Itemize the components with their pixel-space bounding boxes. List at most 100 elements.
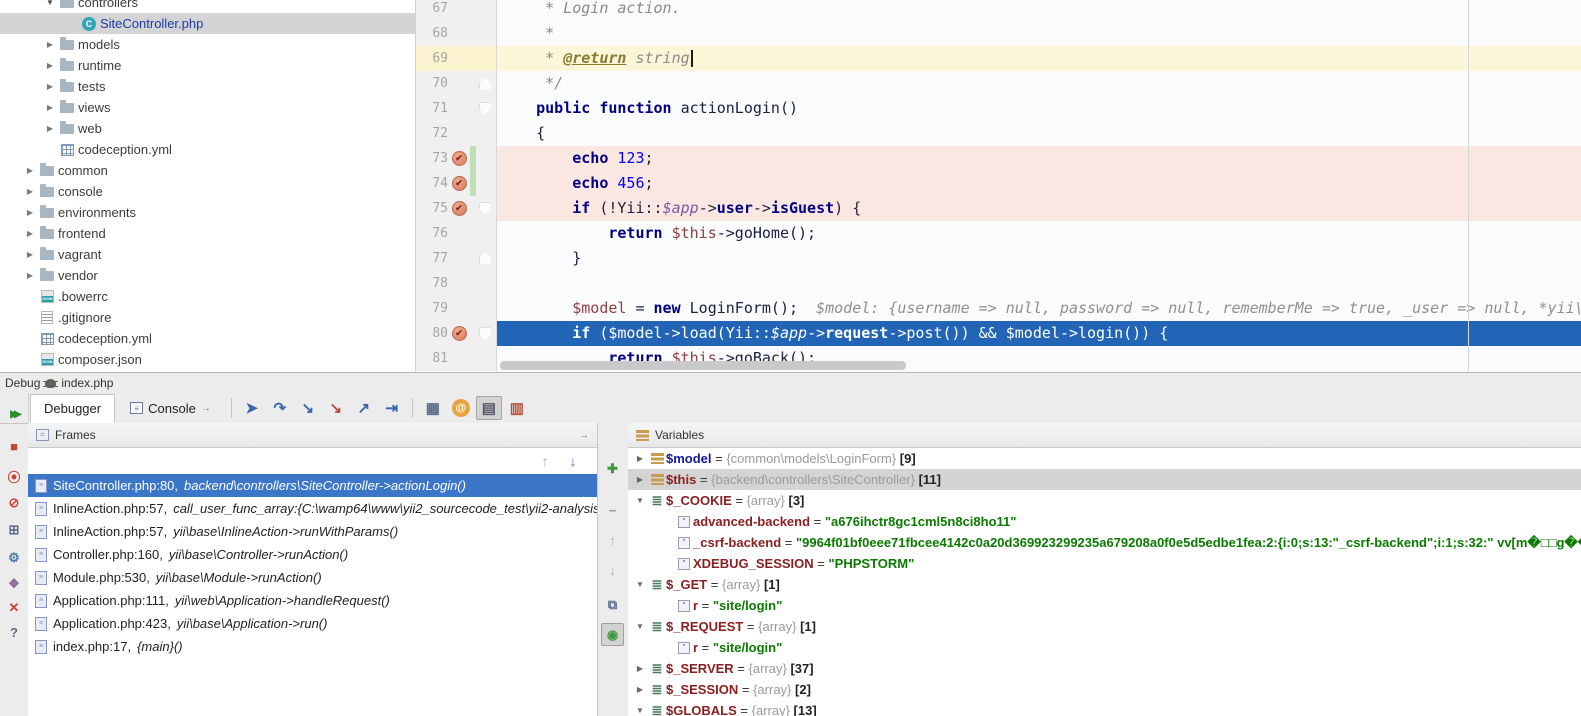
tree-item--gitignore[interactable]: .gitignore — [0, 307, 415, 328]
run-to-cursor-icon[interactable]: ⇥ — [379, 396, 405, 420]
frame-row[interactable]: ≡ InlineAction.php:57, call_user_func_arra… — [28, 497, 597, 520]
tree-item-sitecontroller-php[interactable]: C SiteController.php — [0, 13, 415, 34]
chevron-right-icon[interactable]: ▶ — [632, 685, 648, 694]
line-number[interactable]: 74 — [416, 171, 448, 196]
tree-item-environments[interactable]: ▶ environments — [0, 202, 415, 223]
variable-row[interactable]: ▼ ≣ $GLOBALS = {array} [13] — [628, 700, 1581, 716]
frame-row[interactable]: ≡ Application.php:111, yii\web\Application… — [28, 589, 597, 612]
fold-marker-icon[interactable] — [476, 252, 494, 265]
restore-layout-icon[interactable]: ⊞ — [0, 519, 28, 541]
fold-marker-icon[interactable] — [476, 327, 494, 340]
force-step-into-icon[interactable]: ↘ — [323, 396, 349, 420]
editor-line-75[interactable]: 75 ✔ if (!Yii::$app->user->isGuest) { — [416, 196, 1581, 221]
line-number[interactable]: 75 — [416, 196, 448, 221]
variable-row[interactable]: ▶ ≣ $_SESSION = {array} [2] — [628, 679, 1581, 700]
line-number[interactable]: 67 — [416, 0, 448, 21]
tree-item-frontend[interactable]: ▶ frontend — [0, 223, 415, 244]
code-editor[interactable]: 67 * Login action. 68 * 69 * @return strin… — [415, 0, 1581, 372]
next-frame-icon[interactable]: ↓ — [563, 451, 583, 471]
move-down-icon[interactable]: ↓ — [601, 559, 624, 582]
stop-icon[interactable]: ■ — [0, 435, 28, 457]
chevron-right-icon[interactable]: ▶ — [22, 187, 38, 196]
variable-row[interactable]: " _csrf-backend = "9964f01bf0eee71fbcee41… — [628, 532, 1581, 553]
variable-row[interactable]: ▶ ≣ $_SERVER = {array} [37] — [628, 658, 1581, 679]
line-number[interactable]: 69 — [416, 46, 448, 71]
chevron-right-icon[interactable]: ▶ — [632, 454, 648, 463]
tree-item--bowerrc[interactable]: JSON .bowerrc — [0, 286, 415, 307]
move-up-icon[interactable]: ↑ — [601, 529, 624, 552]
tree-item-runtime[interactable]: ▶ runtime — [0, 55, 415, 76]
tree-item-composer-json[interactable]: JSON composer.json — [0, 349, 415, 370]
frame-row[interactable]: ≡ Module.php:530, yii\base\Module->runActi… — [28, 566, 597, 589]
editor-line-79[interactable]: 79 $model = new LoginForm(); $model: {us… — [416, 296, 1581, 321]
variable-row[interactable]: ▶ $this = {backend\controllers\SiteContro… — [628, 469, 1581, 490]
chevron-down-icon[interactable]: ▼ — [632, 706, 648, 715]
variable-row[interactable]: ▼ ≣ $_GET = {array} [1] — [628, 574, 1581, 595]
tree-item-views[interactable]: ▶ views — [0, 97, 415, 118]
breakpoint-icon[interactable]: ✔ — [448, 176, 470, 191]
editor-line-71[interactable]: 71 public function actionLogin() — [416, 96, 1581, 121]
fold-marker-icon[interactable] — [476, 202, 494, 215]
chevron-right-icon[interactable]: ▶ — [42, 61, 58, 70]
tree-item-codeception-yml[interactable]: codeception.yml — [0, 328, 415, 349]
add-watch-icon[interactable]: ✚ — [601, 457, 624, 480]
chevron-right-icon[interactable]: ▶ — [42, 82, 58, 91]
evaluate-expression-icon[interactable]: ▦ — [420, 396, 446, 420]
variable-row[interactable]: " XDEBUG_SESSION = "PHPSTORM" — [628, 553, 1581, 574]
line-number[interactable]: 78 — [416, 271, 448, 296]
editor-horizontal-scrollbar[interactable] — [500, 361, 906, 370]
tree-item-vagrant[interactable]: ▶ vagrant — [0, 244, 415, 265]
editor-line-74[interactable]: 74 ✔ echo 456; — [416, 171, 1581, 196]
move-panel-icon[interactable]: → — [579, 430, 589, 441]
chevron-right-icon[interactable]: ▶ — [632, 664, 648, 673]
editor-line-78[interactable]: 78 — [416, 271, 1581, 296]
line-number[interactable]: 70 — [416, 71, 448, 96]
resume-icon[interactable]: ▶▶ — [0, 403, 28, 425]
restore-layout-icon[interactable]: ▥ — [504, 396, 530, 420]
tree-item-common[interactable]: ▶ common — [0, 160, 415, 181]
chevron-right-icon[interactable]: ▶ — [632, 475, 648, 484]
variable-row[interactable]: ▶ $model = {common\models\LoginForm} [9] — [628, 448, 1581, 469]
breakpoint-dot[interactable]: ✔ — [451, 151, 467, 166]
chevron-right-icon[interactable]: ▶ — [42, 40, 58, 49]
watch-values-icon[interactable]: @ — [451, 399, 470, 417]
line-number[interactable]: 73 — [416, 146, 448, 171]
show-values-inline-icon[interactable]: ▤ — [475, 396, 502, 420]
breakpoint-dot[interactable]: ✔ — [451, 201, 467, 216]
line-number[interactable]: 79 — [416, 296, 448, 321]
line-number[interactable]: 68 — [416, 21, 448, 46]
show-execution-point-icon[interactable]: ➤ — [239, 396, 265, 420]
editor-line-80[interactable]: 80 ✔ if ($model->load(Yii::$app->request-… — [416, 321, 1581, 346]
chevron-down-icon[interactable]: ▼ — [632, 496, 648, 505]
settings-icon[interactable]: ⚙ — [0, 547, 28, 569]
tab-debugger[interactable]: Debugger — [30, 393, 116, 423]
chevron-right-icon[interactable]: ▶ — [22, 271, 38, 280]
frame-row[interactable]: ≡ Application.php:423, yii\base\Applicatio… — [28, 612, 597, 635]
fold-marker-icon[interactable] — [476, 102, 494, 115]
editor-line-67[interactable]: 67 * Login action. — [416, 0, 1581, 21]
tree-item-console[interactable]: ▶ console — [0, 181, 415, 202]
variable-row[interactable]: ▼ ≣ $_COOKIE = {array} [3] — [628, 490, 1581, 511]
chevron-right-icon[interactable]: ▶ — [22, 166, 38, 175]
close-icon[interactable]: ✕ — [0, 597, 28, 619]
variable-row[interactable]: " advanced-backend = "a676ihctr8gc1cml5n8… — [628, 511, 1581, 532]
tree-item-web[interactable]: ▶ web — [0, 118, 415, 139]
chevron-down-icon[interactable]: ▼ — [42, 0, 58, 7]
variable-row[interactable]: " r = "site/login" — [628, 595, 1581, 616]
frame-row[interactable]: ≡ index.php:17, {main}() — [28, 635, 597, 658]
breakpoint-dot[interactable]: ✔ — [451, 326, 467, 341]
line-number[interactable]: 72 — [416, 121, 448, 146]
breakpoint-dot[interactable]: ✔ — [451, 176, 467, 191]
breakpoint-icon[interactable]: ✔ — [448, 151, 470, 166]
tab-console[interactable]: ≡ Console → — [117, 394, 224, 423]
tree-item-vendor[interactable]: ▶ vendor — [0, 265, 415, 286]
remove-watch-icon[interactable]: − — [601, 499, 624, 522]
copy-value-icon[interactable]: ⧉ — [601, 593, 624, 616]
line-number[interactable]: 71 — [416, 96, 448, 121]
breakpoint-icon[interactable]: ✔ — [448, 201, 470, 216]
line-number[interactable]: 76 — [416, 221, 448, 246]
pin-icon[interactable]: ❖ — [0, 573, 28, 595]
editor-line-77[interactable]: 77 } — [416, 246, 1581, 271]
tree-item-controllers[interactable]: ▼ controllers — [0, 0, 415, 13]
chevron-right-icon[interactable]: ▶ — [22, 208, 38, 217]
